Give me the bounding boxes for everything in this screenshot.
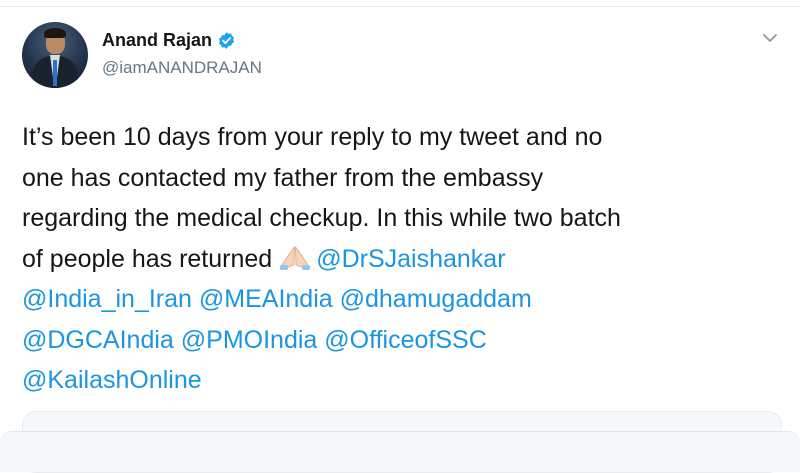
author-handle[interactable]: @iamANANDRAJAN xyxy=(102,58,262,78)
mention-link[interactable]: @DrSJaishankar xyxy=(316,245,505,273)
avatar-lanyard xyxy=(53,60,57,86)
tweet-text-segment: It’s been 10 days from your reply to my … xyxy=(22,123,603,151)
mention-link[interactable]: @DGCAIndia xyxy=(22,326,174,354)
tweet-text-line: @KailashOnline xyxy=(22,360,782,401)
author-display-name[interactable]: Anand Rajan xyxy=(102,30,212,51)
mention-link[interactable]: @OfficeofSSC xyxy=(324,326,486,354)
tweet-text-line: It’s been 10 days from your reply to my … xyxy=(22,117,782,158)
next-tweet-card xyxy=(0,431,800,472)
tweet-text-line: of people has returned @DrSJaishankar xyxy=(22,239,782,280)
tweet-text-segment xyxy=(174,326,181,354)
tweet-text-segment xyxy=(192,285,199,313)
tweet-text-segment xyxy=(333,285,340,313)
top-divider xyxy=(0,6,800,7)
avatar-hair xyxy=(44,28,66,38)
chevron-down-icon[interactable] xyxy=(760,28,780,48)
author-name-row[interactable]: Anand Rajan xyxy=(102,30,236,51)
tweet-text-line: regarding the medical checkup. In this w… xyxy=(22,198,782,239)
folded-hands-emoji xyxy=(278,243,312,270)
mention-link[interactable]: @KailashOnline xyxy=(22,366,202,394)
tweet-text-segment: one has contacted my father from the emb… xyxy=(22,163,544,192)
tweet-text-line: @DGCAIndia @PMOIndia @OfficeofSSC xyxy=(22,320,782,361)
tweet-text-line: one has contacted my father from the emb… xyxy=(22,158,782,199)
mention-link[interactable]: @India_in_Iran xyxy=(22,285,192,313)
verified-badge-icon xyxy=(218,32,235,49)
tweet-text-line: @India_in_Iran @MEAIndia @dhamugaddam xyxy=(22,279,782,320)
tweet-text-segment: of people has returned xyxy=(22,244,273,273)
mention-link[interactable]: @dhamugaddam xyxy=(340,285,532,313)
mention-link[interactable]: @PMOIndia xyxy=(181,326,318,354)
tweet-text-segment: regarding the medical checkup. In this w… xyxy=(22,204,621,232)
tweet-text: It’s been 10 days from your reply to my … xyxy=(22,117,782,401)
avatar[interactable] xyxy=(22,22,88,88)
mention-link[interactable]: @MEAIndia xyxy=(199,285,333,313)
